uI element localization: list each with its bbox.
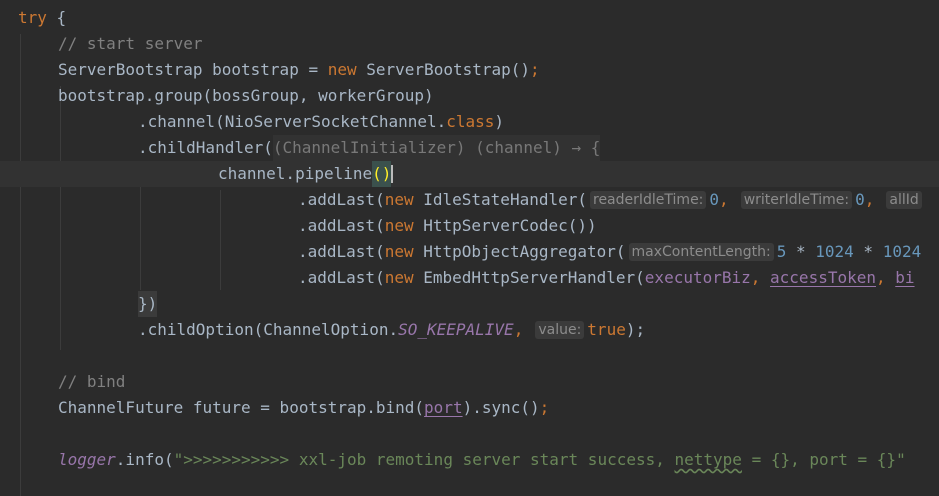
operator: * xyxy=(853,242,883,261)
code-line[interactable]: // start server xyxy=(58,31,203,57)
number-literal: 1024 xyxy=(815,242,854,261)
folded-lambda[interactable]: (ChannelInitializer) (channel) → { xyxy=(272,135,601,161)
current-line-highlight xyxy=(0,161,939,187)
field-ref: accessToken xyxy=(770,268,876,287)
code-line[interactable]: .childHandler((ChannelInitializer) (chan… xyxy=(138,135,601,161)
number-literal: 0 xyxy=(709,190,720,209)
comment: // bind xyxy=(58,372,126,391)
constructor-call: IdleStateHandler( xyxy=(413,190,587,209)
method-call: .addLast( xyxy=(298,268,385,287)
keyword-try: try xyxy=(18,8,47,27)
code-line[interactable]: ServerBootstrap bootstrap = new ServerBo… xyxy=(58,57,540,83)
code-line[interactable]: .addLast(new HttpObjectAggregator(maxCon… xyxy=(298,239,921,265)
method-call: .childOption(ChannelOption. xyxy=(138,320,399,339)
method-call: channel.pipeline xyxy=(218,164,373,183)
keyword-class: class xyxy=(446,112,495,131)
keyword-new: new xyxy=(384,190,414,209)
comma: , xyxy=(876,268,896,287)
logger-field: logger xyxy=(58,450,116,469)
code-line[interactable]: // bind xyxy=(58,369,125,395)
code-line[interactable]: ChannelFuture future = bootstrap.bind(po… xyxy=(58,395,549,421)
static-field: SO_KEEPALIVE xyxy=(398,320,514,339)
method-call: .info( xyxy=(115,450,174,469)
comma: , xyxy=(864,190,875,209)
indent-guide xyxy=(220,190,221,290)
close-brace: }) xyxy=(138,291,158,317)
field-ref: bi xyxy=(895,268,915,287)
indent-guide xyxy=(20,34,21,496)
number-literal: 0 xyxy=(855,190,865,209)
method-call: .addLast( xyxy=(298,190,385,209)
code-line[interactable]: channel.pipeline() xyxy=(218,161,394,187)
code-line[interactable]: .addLast(new HttpServerCodec()) xyxy=(298,213,597,239)
field-ref: executorBiz xyxy=(644,268,751,287)
string-literal: ">>>>>>>>>>> xxl-job remoting server sta… xyxy=(173,450,675,469)
keyword-new: new xyxy=(384,268,414,287)
keyword-new: new xyxy=(327,60,357,79)
code-editor[interactable]: try { // start server ServerBootstrap bo… xyxy=(0,0,939,496)
declaration: ServerBootstrap bootstrap = xyxy=(58,60,328,79)
comma: , xyxy=(719,190,729,209)
comment: // start server xyxy=(58,34,203,53)
close-call: ); xyxy=(625,320,646,339)
keyword-true: true xyxy=(587,320,626,339)
field-ref: port xyxy=(424,398,463,417)
string-literal: = {}, port = {}" xyxy=(741,450,906,469)
matched-parens: () xyxy=(372,161,392,187)
semicolon: ; xyxy=(539,398,550,417)
code-line[interactable]: }) xyxy=(138,291,158,317)
param-hint: maxContentLength: xyxy=(628,243,774,261)
constructor-call: ServerBootstrap() xyxy=(356,60,531,79)
param-hint: readerIdleTime: xyxy=(590,191,707,209)
text-caret xyxy=(391,165,394,183)
keyword-new: new xyxy=(384,216,414,235)
code-line[interactable]: bootstrap.group(bossGroup, workerGroup) xyxy=(58,83,434,109)
open-brace: { xyxy=(46,8,67,27)
code-line[interactable]: try { xyxy=(18,5,66,31)
param-hint: value: xyxy=(535,321,585,339)
method-call: .channel(NioServerSocketChannel. xyxy=(138,112,447,131)
typo-squiggle: nettype xyxy=(674,450,742,469)
method-call: ).sync() xyxy=(462,398,540,417)
code-line[interactable]: .childOption(ChannelOption. SO_KEEPALIVE,… xyxy=(138,317,645,343)
param-hint: writerIdleTime: xyxy=(740,191,853,209)
constructor-call: HttpServerCodec()) xyxy=(413,216,597,235)
code-line[interactable]: logger .info(">>>>>>>>>>> xxl-job remotin… xyxy=(58,447,906,473)
number-literal: 5 xyxy=(776,242,787,261)
keyword-new: new xyxy=(384,242,414,261)
number-literal: 1024 xyxy=(882,242,922,261)
operator: * xyxy=(786,242,816,261)
param-hint: allId xyxy=(886,191,922,209)
method-call: bootstrap.group(bossGroup, workerGroup) xyxy=(58,86,434,105)
method-call: .addLast( xyxy=(298,216,385,235)
close-paren: ) xyxy=(494,112,505,131)
constructor-call: HttpObjectAggregator( xyxy=(413,242,626,261)
semicolon: ; xyxy=(530,60,540,79)
indent-guide xyxy=(60,86,61,350)
comma: , xyxy=(750,268,771,287)
code-line[interactable]: .addLast(new EmbedHttpServerHandler(exec… xyxy=(298,265,915,291)
code-line[interactable]: .addLast(new IdleStateHandler(readerIdle… xyxy=(298,187,925,213)
code-line[interactable]: .channel(NioServerSocketChannel. class) xyxy=(138,109,504,135)
method-call: .childHandler( xyxy=(138,138,273,157)
constructor-call: EmbedHttpServerHandler( xyxy=(413,268,645,287)
method-call: .addLast( xyxy=(298,242,385,261)
comma: , xyxy=(513,320,524,339)
declaration: ChannelFuture future = bootstrap.bind( xyxy=(58,398,425,417)
